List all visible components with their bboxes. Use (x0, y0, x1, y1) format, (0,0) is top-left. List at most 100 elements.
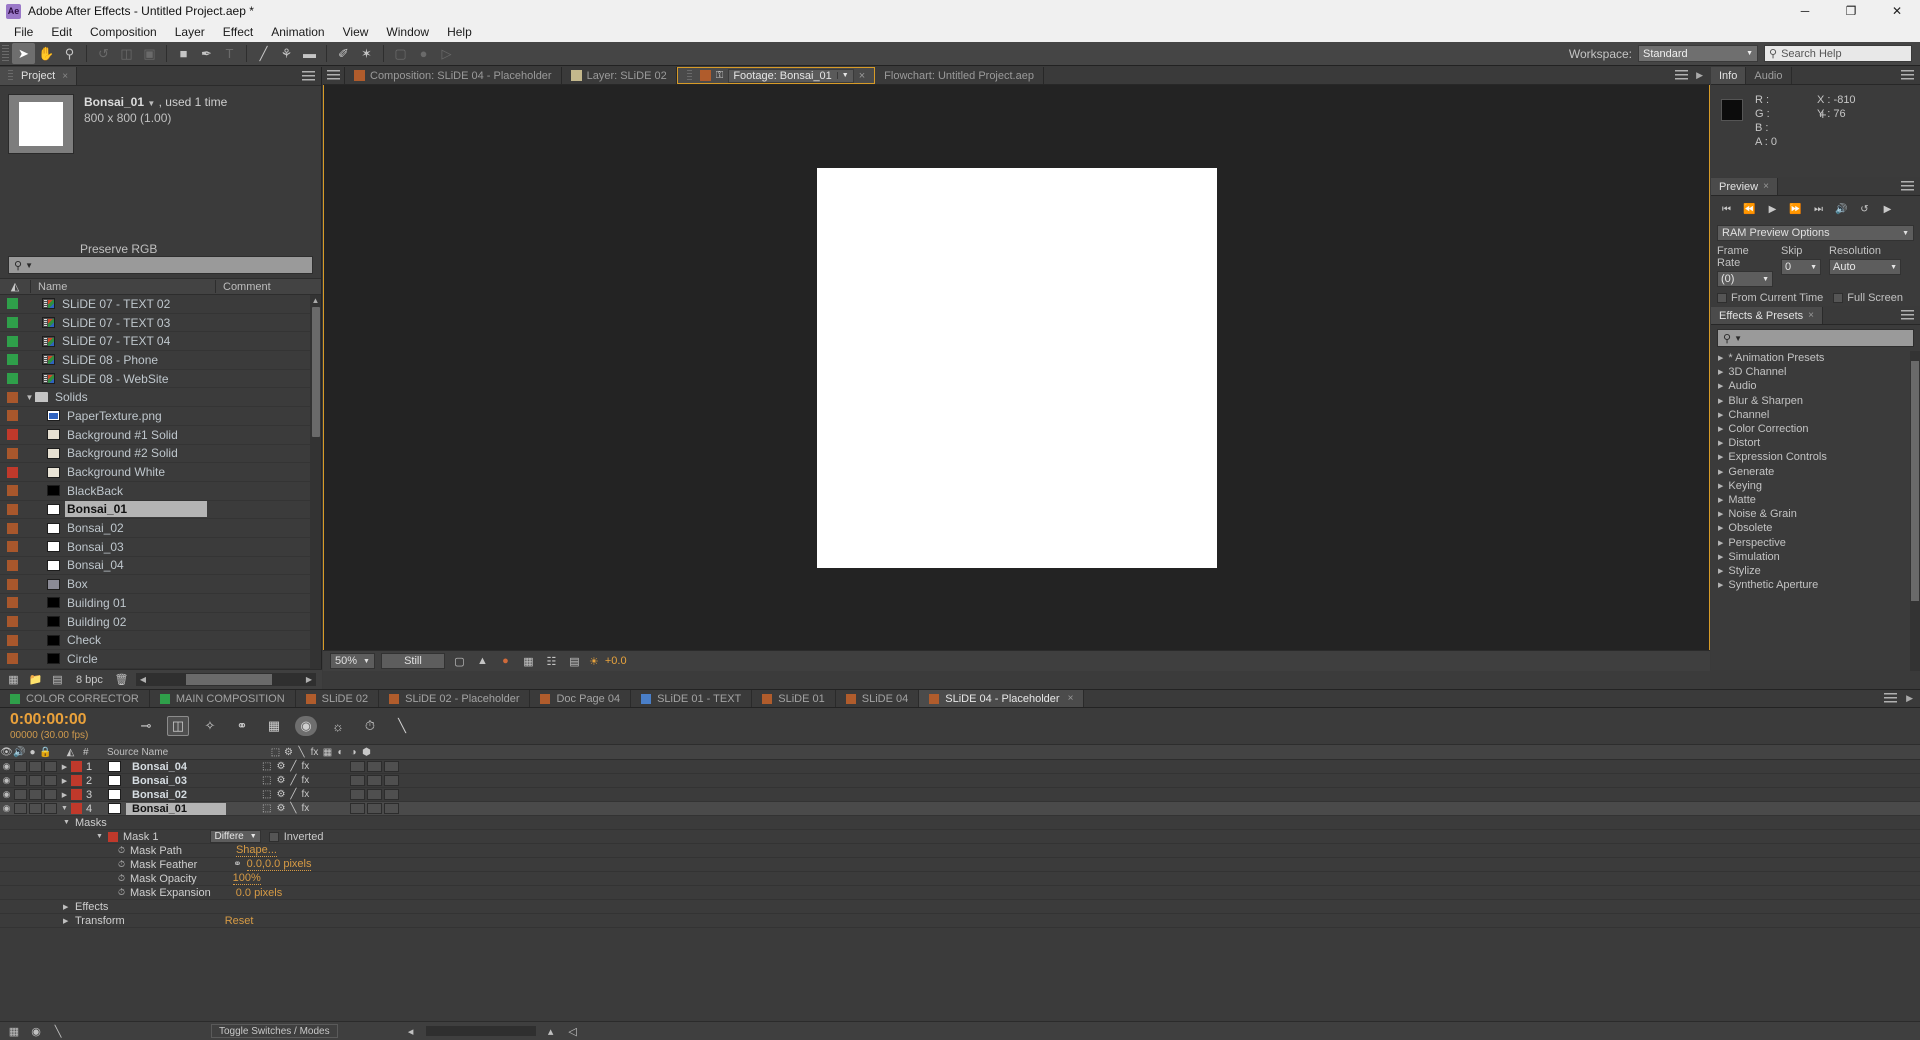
comp-tab-8[interactable]: SLiDE 04 - Placeholder × (919, 690, 1085, 707)
stopwatch-icon[interactable]: ⏱ (118, 845, 130, 856)
ram-preview-options-select[interactable]: RAM Preview Options ▼ (1717, 225, 1914, 241)
label-color-swatch[interactable] (7, 298, 18, 310)
label-color-column-icon[interactable]: ◭ (0, 280, 30, 293)
audio-icon[interactable]: 🔊 (1832, 201, 1851, 218)
effects-category-row[interactable]: ▶ Stylize (1711, 564, 1920, 578)
effects-category-row[interactable]: ▶ Color Correction (1711, 422, 1920, 436)
viewer-tab-name-box[interactable]: Footage: Bonsai_01 ▼ (728, 68, 854, 83)
timeline-property-row[interactable]: ⏱ Mask Path Shape... (0, 844, 1920, 858)
project-item-row[interactable]: Building 01 (0, 594, 321, 613)
timeline-property-row[interactable]: ▼ Mask 1 Differe ▼ Inverted (0, 830, 1920, 844)
solo-toggle[interactable] (29, 775, 42, 786)
next-frame-icon[interactable]: ⏩ (1786, 201, 1805, 218)
disclosure-triangle-icon[interactable]: ▶ (1718, 468, 1723, 476)
chevron-down-icon[interactable]: ▼ (147, 99, 155, 108)
disclosure-triangle-icon[interactable]: ▶ (1718, 510, 1723, 518)
column-name[interactable]: Name (31, 281, 215, 293)
effects-category-row[interactable]: ▶ Perspective (1711, 535, 1920, 549)
hide-shy-layers-icon[interactable]: ⚭ (231, 716, 253, 736)
label-color-swatch[interactable] (7, 616, 18, 628)
audio-toggle[interactable] (14, 761, 27, 772)
comp-tab-3[interactable]: SLiDE 02 - Placeholder (379, 690, 531, 707)
puppet-pin-tool-icon[interactable]: ✶ (355, 43, 378, 64)
close-icon[interactable]: × (1808, 310, 1814, 321)
frame-blending-icon[interactable]: ▦ (7, 1025, 21, 1038)
viewer-panel-menu-icon[interactable] (323, 67, 345, 84)
property-value[interactable]: Reset (225, 915, 254, 927)
toggle-switches-modes-button[interactable]: Toggle Switches / Modes (211, 1024, 338, 1038)
new-comp-icon[interactable]: ▦ (6, 673, 21, 686)
menu-effect[interactable]: Effect (214, 23, 262, 41)
show-snapshot-icon[interactable]: ▲ (474, 654, 491, 669)
comp-tab-2[interactable]: SLiDE 02 (295, 690, 380, 707)
disclosure-triangle-icon[interactable]: ▶ (1718, 354, 1723, 362)
panel-menu-icon[interactable] (1675, 70, 1689, 81)
menu-composition[interactable]: Composition (81, 23, 166, 41)
minimize-icon[interactable]: ─ (1782, 0, 1828, 22)
layer-switch-box[interactable] (350, 803, 365, 814)
timeline-property-row[interactable]: ▶ Effects (0, 900, 1920, 914)
label-color-swatch[interactable] (7, 653, 18, 665)
layer-switch-0[interactable]: ⬚ (262, 803, 271, 814)
effects-category-row[interactable]: ▶ Distort (1711, 436, 1920, 450)
auto-keyframe-icon[interactable]: ⏱ (359, 716, 381, 736)
project-item-row[interactable]: Check (0, 631, 321, 651)
number-column[interactable]: # (77, 747, 99, 758)
switch-frame-blend-icon[interactable]: ▦ (321, 747, 334, 758)
layer-switch-box[interactable] (384, 789, 399, 800)
label-column-icon[interactable]: ◭ (64, 747, 77, 758)
current-timecode[interactable]: 0:00:00:00 (10, 711, 110, 729)
layer-switch-box[interactable] (384, 803, 399, 814)
layer-label-color[interactable] (71, 803, 82, 814)
project-item-row[interactable]: Bonsai_04 (0, 557, 321, 576)
project-item-row[interactable]: PaperTexture.png (0, 407, 321, 426)
project-settings-icon[interactable]: ▤ (50, 673, 65, 686)
disclosure-triangle-icon[interactable]: ▶ (1718, 539, 1723, 547)
new-folder-icon[interactable]: 📁 (28, 673, 43, 686)
effects-category-row[interactable]: ▶ Obsolete (1711, 521, 1920, 535)
timeline-property-row[interactable]: ⏱ Mask Feather ⚭ 0.0,0.0 pixels (0, 858, 1920, 872)
clone-stamp-tool-icon[interactable]: ⚘ (275, 43, 298, 64)
timeline-layer-row[interactable]: ◉ ▶ 3 Bonsai_02 ⬚ ⚙ ╱ fx (0, 788, 1920, 802)
close-icon[interactable]: × (62, 71, 68, 82)
effects-category-row[interactable]: ▶ Simulation (1711, 550, 1920, 564)
video-toggle-icon[interactable]: ◉ (0, 775, 13, 786)
label-color-swatch[interactable] (7, 429, 18, 441)
switch-effects-icon[interactable]: fx (308, 747, 321, 758)
project-item-row[interactable]: Background White (0, 463, 321, 482)
property-disclosure-triangle-icon[interactable]: ▼ (96, 833, 108, 840)
transparency-grid-icon[interactable]: ▤ (566, 654, 583, 669)
timeline-property-row[interactable]: ▶ Transform Reset (0, 914, 1920, 928)
switch-motion-blur-icon[interactable]: ◐ (334, 747, 347, 758)
project-scrollbar[interactable]: ▲ ▼ (310, 295, 321, 713)
viewer-tab-2[interactable]: ⚿ Footage: Bonsai_01 ▼ × (676, 67, 876, 84)
label-color-swatch[interactable] (7, 578, 18, 590)
zoom-out-icon[interactable]: ◂ (404, 1025, 418, 1038)
comp-tab-0[interactable]: COLOR CORRECTOR (0, 690, 150, 707)
menu-help[interactable]: Help (438, 23, 481, 41)
layer-switch-3[interactable]: fx (301, 761, 309, 772)
link-icon[interactable]: ⚭ (233, 859, 241, 870)
zoom-slider[interactable] (425, 1026, 536, 1036)
project-item-row[interactable]: SLiDE 07 - TEXT 03 (0, 314, 321, 333)
layer-switch-0[interactable]: ⬚ (262, 775, 271, 786)
disclosure-triangle-icon[interactable]: ▼ (24, 393, 35, 402)
last-frame-icon[interactable]: ⏭ (1809, 201, 1828, 218)
disclosure-triangle-icon[interactable]: ▶ (1718, 439, 1723, 447)
chevron-down-icon[interactable]: ▼ (836, 72, 849, 79)
exposure-icon[interactable]: ☀ (589, 655, 599, 668)
audio-toggle[interactable] (14, 803, 27, 814)
project-item-row[interactable]: SLiDE 08 - WebSite (0, 370, 321, 389)
disclosure-triangle-icon[interactable]: ▶ (1718, 482, 1723, 490)
quality-select[interactable]: Still (380, 653, 445, 669)
layer-switch-box[interactable] (384, 775, 399, 786)
disclosure-triangle-icon[interactable]: ▶ (1718, 425, 1723, 433)
project-search-input[interactable]: ⚲ ▼ (8, 256, 313, 274)
project-scroll-thumb[interactable] (312, 307, 320, 437)
stopwatch-icon[interactable]: ⏱ (118, 873, 130, 884)
audio-column-icon[interactable]: 🔊 (13, 747, 26, 758)
property-value[interactable]: 100% (232, 872, 261, 885)
draft-3d-icon[interactable]: ✧ (199, 716, 221, 736)
property-value[interactable]: Shape... (235, 844, 277, 857)
disclosure-triangle-icon[interactable]: ▶ (1718, 553, 1723, 561)
